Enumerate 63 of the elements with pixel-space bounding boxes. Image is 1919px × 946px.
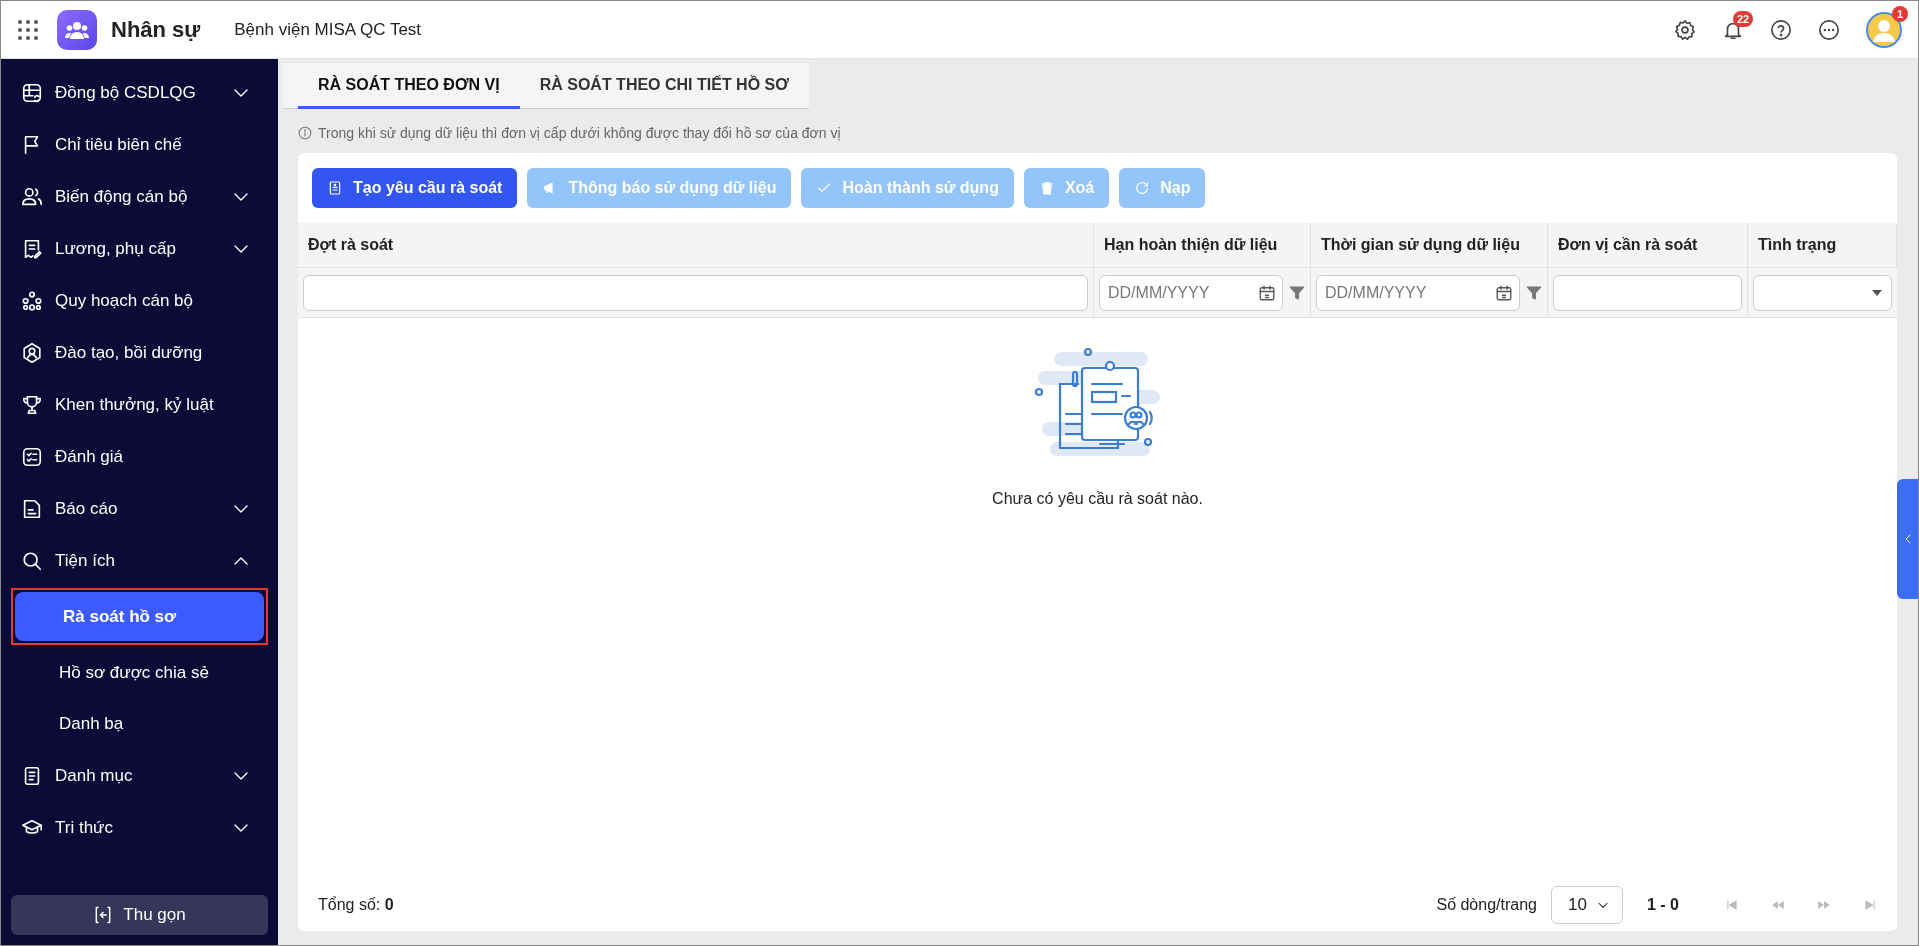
sidebar-subitem[interactable]: Danh bạ [11,700,268,747]
sidebar-item[interactable]: Đồng bộ CSDLQG [11,67,268,119]
people-icon [21,186,43,208]
trophy-icon [21,394,43,416]
date-filter-field[interactable]: DD/MM/YYYY [1099,274,1283,311]
side-panel-toggle[interactable] [1897,479,1918,599]
refresh-icon [1134,180,1151,196]
sidebar-item[interactable]: Chỉ tiêu biên chế [11,119,268,171]
sidebar-item[interactable]: Khen thưởng, kỷ luật [11,379,268,431]
settings-icon[interactable] [1674,18,1696,41]
sidebar-item[interactable]: Biến động cán bộ [11,171,268,223]
calendar-icon [1258,283,1276,302]
database-icon [21,82,43,104]
help-icon[interactable] [1770,18,1792,41]
document-icon [327,180,343,196]
app-title: Nhân sự [111,16,201,43]
dropdown-caret-icon [1871,288,1883,297]
notification-count-badge: 22 [1733,10,1754,27]
sidebar-subitem[interactable]: Hồ sơ được chia sẻ [11,649,268,696]
page-range: 1 - 0 [1647,896,1679,914]
sidebar-item[interactable]: Lương, phụ cấp [11,223,268,275]
toolbar-button[interactable]: Tạo yêu cầu rà soát [312,168,518,208]
sidebar-item[interactable]: Tri thức [11,802,268,854]
rows-per-page-dropdown[interactable]: 10 [1551,886,1623,924]
org-chart-icon [21,290,43,312]
sidebar-item[interactable]: Tiện ích [11,535,268,587]
avatar-badge: 1 [1891,5,1908,22]
calendar-icon [1495,283,1513,302]
info-icon [298,126,312,140]
tab[interactable]: RÀ SOÁT THEO ĐƠN VỊ [298,63,520,109]
total-count: Tổng số: 0 [318,896,394,914]
checklist-icon [21,446,43,468]
more-options-icon[interactable] [1818,18,1840,41]
filter-field[interactable] [1553,274,1742,311]
dropdown-field[interactable] [1753,274,1892,311]
column-header[interactable]: Đơn vị cần rà soát [1548,223,1748,268]
user-badge-icon [21,342,43,364]
sidebar-subitem[interactable]: Rà soát hồ sơ [15,592,264,641]
user-avatar[interactable] [1866,11,1902,48]
sidebar-item[interactable]: Đánh giá [11,431,268,483]
column-header[interactable]: Hạn hoàn thiện dữ liệu [1094,223,1311,268]
organization-name[interactable]: Bệnh viện MISA QC Test [234,19,422,40]
filter-field[interactable] [303,274,1088,311]
document-icon [21,498,43,520]
empty-state-message: Chưa có yêu cầu rà soát nào. [992,490,1203,508]
filter-icon[interactable] [1289,284,1305,301]
collapse-button[interactable]: Thu gọn [11,895,268,935]
sidebar-item[interactable]: Danh mục [11,750,268,802]
column-header[interactable]: Đợt rà soát [298,223,1094,268]
sidebar-item[interactable]: Báo cáo [11,483,268,535]
trash-icon [1038,180,1055,196]
column-header[interactable]: Tình trạng [1748,223,1897,268]
rows-per-page-label: Số dòng/trang [1436,896,1537,914]
column-header[interactable]: Thời gian sử dụng dữ liệu [1311,223,1548,268]
app-grid-icon[interactable] [17,18,39,41]
info-note: Trong khi sử dụng dữ liệu thì đơn vị cấp dưới không được thay đổi hồ sơ của đơn vị [318,125,841,141]
date-filter-field[interactable]: DD/MM/YYYY [1316,274,1520,311]
sidebar-item[interactable]: Đào tạo, bồi dưỡng [11,327,268,379]
sidebar-item[interactable]: Quy hoạch cán bộ [11,275,268,327]
search-icon [21,550,43,572]
tab[interactable]: RÀ SOÁT THEO CHI TIẾT HỒ SƠ [519,63,809,109]
filter-icon[interactable] [1526,284,1542,301]
app-logo-icon [57,9,97,50]
